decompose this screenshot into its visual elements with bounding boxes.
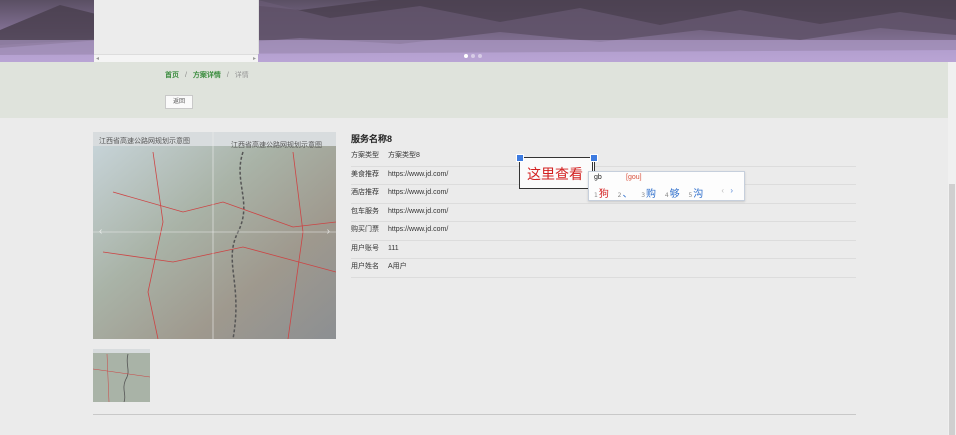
page-scrollbar[interactable] [948, 62, 956, 435]
annotation-text: 这里查看 [527, 167, 583, 183]
banner-carousel: ◂ ▸ [0, 0, 956, 62]
detail-value: 111 [388, 244, 399, 252]
prev-image-icon[interactable]: ‹ [99, 226, 102, 237]
candidate-number: 5 [688, 192, 693, 199]
detail-label: 酒店推荐 [351, 189, 379, 196]
ime-candidate[interactable]: 1狗 [594, 189, 609, 200]
section-divider [93, 414, 856, 415]
service-title: 服务名称8 [351, 134, 393, 144]
detail-row: 购买门票 https://www.jd.com/ [351, 222, 856, 241]
breadcrumb-current: 详情 [234, 72, 249, 79]
ime-pinyin-hint: [gou] [626, 174, 642, 181]
ime-candidate-panel: gb [gou] 1狗 2、 3购 4够 5沟 ‹ › [588, 171, 745, 201]
ime-candidate[interactable]: 3购 [641, 189, 656, 200]
ime-composition: gb [594, 174, 602, 181]
ime-candidate[interactable]: 2、 [618, 189, 633, 200]
detail-label: 用户账号 [351, 244, 379, 252]
ime-candidate[interactable]: 5沟 [688, 189, 703, 200]
detail-row: 包车服务 https://www.jd.com/ [351, 204, 856, 222]
ime-candidates: 1狗 2、 3购 4够 5沟 [594, 185, 709, 200]
detail-row: 方案类型 方案类型8 [351, 148, 856, 167]
scroll-right-icon[interactable]: ▸ [253, 55, 256, 62]
next-image-icon[interactable]: › [327, 226, 330, 237]
detail-label: 包车服务 [351, 207, 379, 215]
detail-link[interactable]: https://www.jd.com/ [388, 167, 448, 183]
candidate-number: 2 [617, 192, 622, 199]
ime-pager: ‹ › [717, 186, 733, 195]
detail-label: 方案类型 [351, 152, 379, 159]
scroll-left-icon[interactable]: ◂ [96, 55, 99, 62]
breadcrumb-home[interactable]: 首页 [165, 72, 179, 79]
candidate-number: 1 [594, 192, 598, 199]
candidate-number: 3 [641, 192, 646, 199]
image-thumbnail[interactable] [93, 349, 150, 402]
candidate-text: 够 [669, 189, 680, 200]
detail-value: 方案类型8 [388, 152, 420, 159]
annotation-textbox[interactable]: 这里查看 [519, 157, 595, 189]
map-caption-left: 江西省高速公路网规划示意图 [99, 137, 190, 145]
candidate-text: 沟 [693, 189, 704, 200]
scrollbar-thumb[interactable] [949, 184, 955, 435]
banner-scrollbar[interactable]: ◂ ▸ [94, 54, 258, 62]
main-map-image[interactable]: 江西省高速公路网规划示意图 江西省高速公路网规划示意图 ‹ › [93, 132, 336, 339]
detail-value: A用户 [388, 263, 407, 270]
detail-link[interactable]: https://www.jd.com/ [388, 222, 448, 238]
map-image [93, 132, 336, 339]
candidate-text: 购 [646, 189, 657, 200]
map-caption-right: 江西省高速公路网规划示意图 [231, 141, 322, 149]
breadcrumb: 首页 / 方案详情 / 详情 [165, 70, 249, 80]
banner-white-panel [94, 0, 259, 54]
resize-handle-top-right[interactable] [590, 154, 598, 162]
detail-link[interactable]: https://www.jd.com/ [388, 204, 448, 220]
service-detail-list: 方案类型 方案类型8 美食推荐 https://www.jd.com/ 酒店推荐… [351, 148, 856, 278]
breadcrumb-separator: / [184, 72, 187, 79]
ime-next-page-icon[interactable]: › [730, 186, 733, 195]
carousel-dots [464, 53, 485, 60]
resize-handle-top-left[interactable] [516, 154, 524, 162]
candidate-number: 4 [664, 192, 669, 199]
breadcrumb-plan-detail[interactable]: 方案详情 [193, 72, 221, 79]
breadcrumb-band: 首页 / 方案详情 / 详情 返回 [0, 62, 948, 118]
candidate-text: 狗 [598, 189, 609, 200]
carousel-dot[interactable] [471, 54, 475, 58]
detail-label: 购买门票 [351, 226, 379, 233]
carousel-dot[interactable] [478, 54, 482, 58]
ime-candidate[interactable]: 4够 [665, 189, 680, 200]
thumbnail-map [93, 349, 150, 402]
ime-prev-page-icon[interactable]: ‹ [721, 186, 724, 195]
carousel-dot[interactable] [464, 54, 468, 58]
detail-label: 美食推荐 [351, 170, 379, 178]
detail-label: 用户姓名 [351, 263, 379, 270]
detail-row: 用户姓名 A用户 [351, 259, 856, 278]
detail-link[interactable]: https://www.jd.com/ [388, 185, 448, 201]
back-button[interactable]: 返回 [165, 95, 193, 109]
candidate-text: 、 [622, 189, 633, 200]
breadcrumb-separator: / [226, 72, 229, 79]
detail-row: 用户账号 111 [351, 241, 856, 259]
